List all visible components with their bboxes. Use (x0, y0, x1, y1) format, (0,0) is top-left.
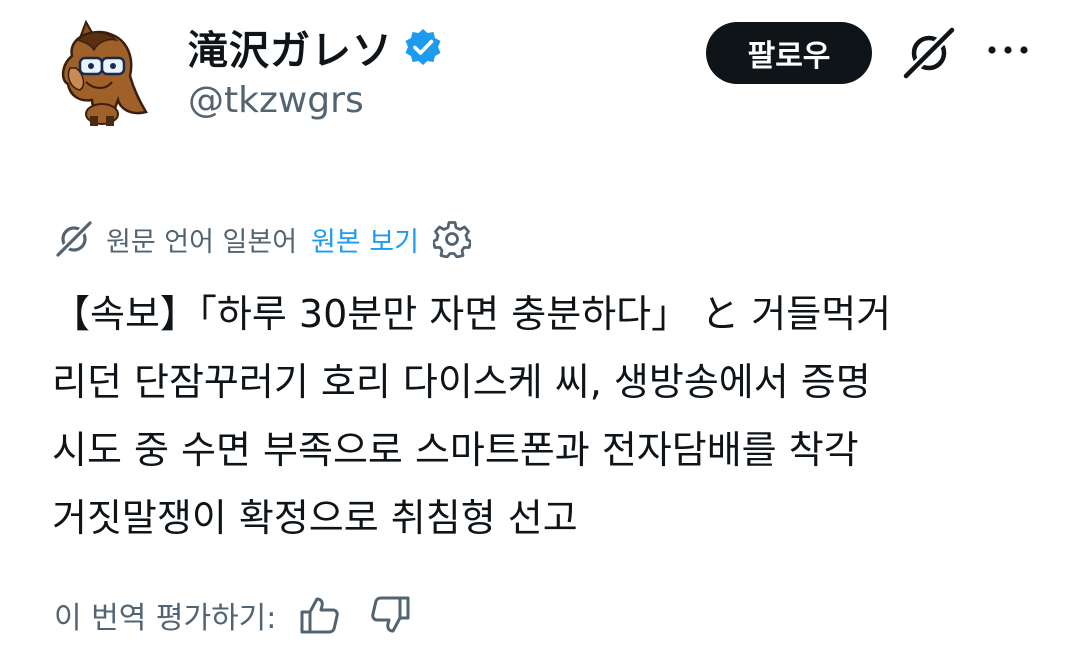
gear-icon[interactable] (433, 220, 471, 258)
grok-icon (56, 221, 92, 257)
name-row[interactable]: 滝沢ガレソ (188, 22, 443, 74)
tweet-text-line: 리던 단잠꾸러기 호리 다이스케 씨, 생방송에서 증명 (52, 360, 871, 404)
tweet-text-line: 【속보】「하루 30분만 자면 충분하다」 と 거들먹거 (52, 292, 892, 336)
user-handle[interactable]: @tkzwgrs (188, 80, 364, 121)
tweet-text-line: 시도 중 수면 부족으로 스마트폰과 전자담배를 착각 (52, 428, 859, 472)
tweet-text: 【속보】「하루 30분만 자면 충분하다」 と 거들먹거 리던 단잠꾸러기 호리… (52, 280, 1032, 552)
tweet-text-line: 거짓말쟁이 확정으로 취침형 선고 (52, 496, 578, 540)
translation-info: 원문 언어 일본어 원본 보기 (54, 216, 471, 262)
grok-icon[interactable] (902, 26, 956, 80)
horse-avatar-illustration (61, 20, 148, 126)
source-language-text: 원문 언어 일본어 (106, 226, 298, 258)
rate-translation-label: 이 번역 평가하기: (54, 601, 277, 636)
thumbs-up-icon[interactable] (298, 594, 340, 636)
show-original-link[interactable]: 원본 보기 (311, 220, 419, 259)
follow-button[interactable]: 팔로우 (706, 22, 872, 84)
verified-badge-icon (405, 29, 441, 65)
rate-translation: 이 번역 평가하기: (54, 590, 412, 640)
more-options-icon[interactable] (983, 30, 1033, 70)
display-name[interactable]: 滝沢ガレソ (188, 18, 393, 76)
avatar[interactable] (50, 20, 154, 128)
thumbs-down-icon[interactable] (370, 594, 412, 636)
